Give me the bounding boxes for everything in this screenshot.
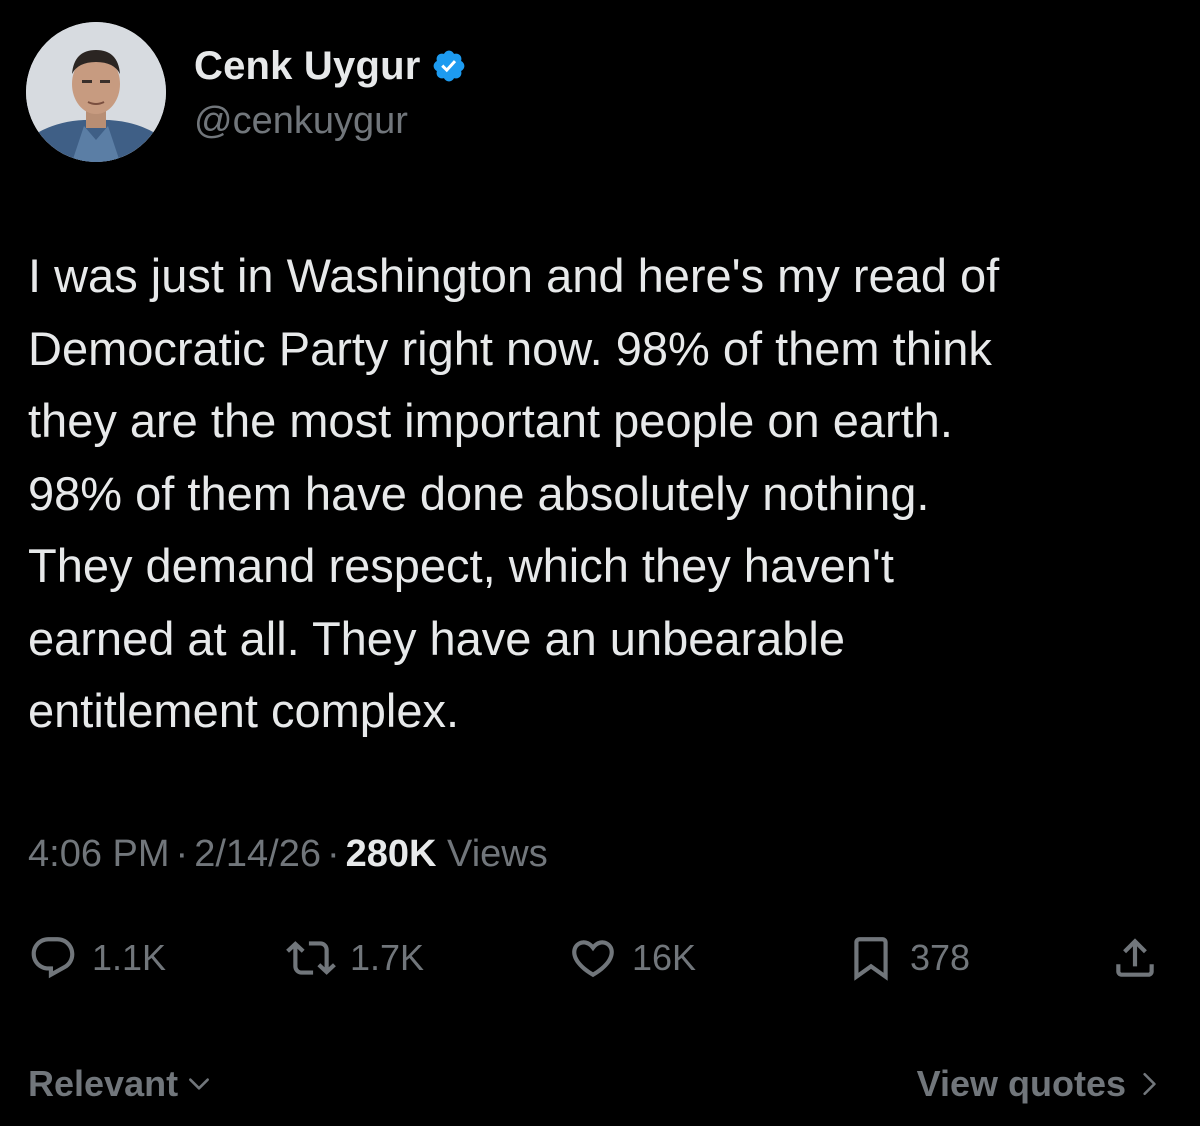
tweet-text: I was just in Washington and here's my r… [28, 249, 1000, 737]
bookmark-icon [854, 937, 888, 981]
tweet-meta: 4:06 PM · 2/14/26 · 280K Views [28, 828, 548, 880]
verified-badge-icon[interactable] [431, 48, 467, 84]
separator-dot: · [175, 833, 189, 875]
like-button[interactable]: 16K [568, 928, 696, 988]
display-name[interactable]: Cenk Uygur [194, 44, 421, 89]
share-icon [1116, 938, 1154, 977]
handle[interactable]: @cenkuygur [194, 100, 408, 143]
heart-icon [572, 940, 614, 978]
tweet-date[interactable]: 2/14/26 [194, 833, 321, 875]
repost-button[interactable]: 1.7K [286, 928, 424, 988]
views-label: Views [447, 833, 548, 875]
repost-icon [286, 941, 336, 975]
tweet-header: Cenk Uygur @cenkuygur [26, 22, 826, 162]
reply-count: 1.1K [92, 937, 167, 978]
reply-icon [31, 937, 75, 979]
bookmark-count: 378 [910, 937, 971, 978]
sort-replies-dropdown[interactable]: Relevant [28, 1060, 212, 1108]
avatar[interactable] [26, 22, 166, 162]
reply-button[interactable]: 1.1K [28, 928, 166, 988]
like-count: 16K [632, 937, 697, 978]
avatar-photo-icon [26, 22, 166, 162]
view-quotes-label: View quotes [916, 1063, 1126, 1104]
action-bar: 1.1K 1.7K 16K 378 [28, 928, 1178, 988]
views-count: 280K [345, 833, 437, 875]
repost-count: 1.7K [350, 937, 425, 978]
view-quotes-link[interactable]: View quotes [917, 1060, 1162, 1108]
chevron-down-icon [189, 1078, 210, 1090]
bookmark-button[interactable]: 378 [846, 928, 970, 988]
share-button[interactable] [1110, 928, 1160, 988]
chevron-right-icon [1143, 1072, 1156, 1096]
sort-label: Relevant [28, 1063, 179, 1104]
separator-dot: · [326, 833, 340, 875]
tweet-time[interactable]: 4:06 PM [28, 833, 170, 875]
name-row: Cenk Uygur [194, 40, 467, 92]
